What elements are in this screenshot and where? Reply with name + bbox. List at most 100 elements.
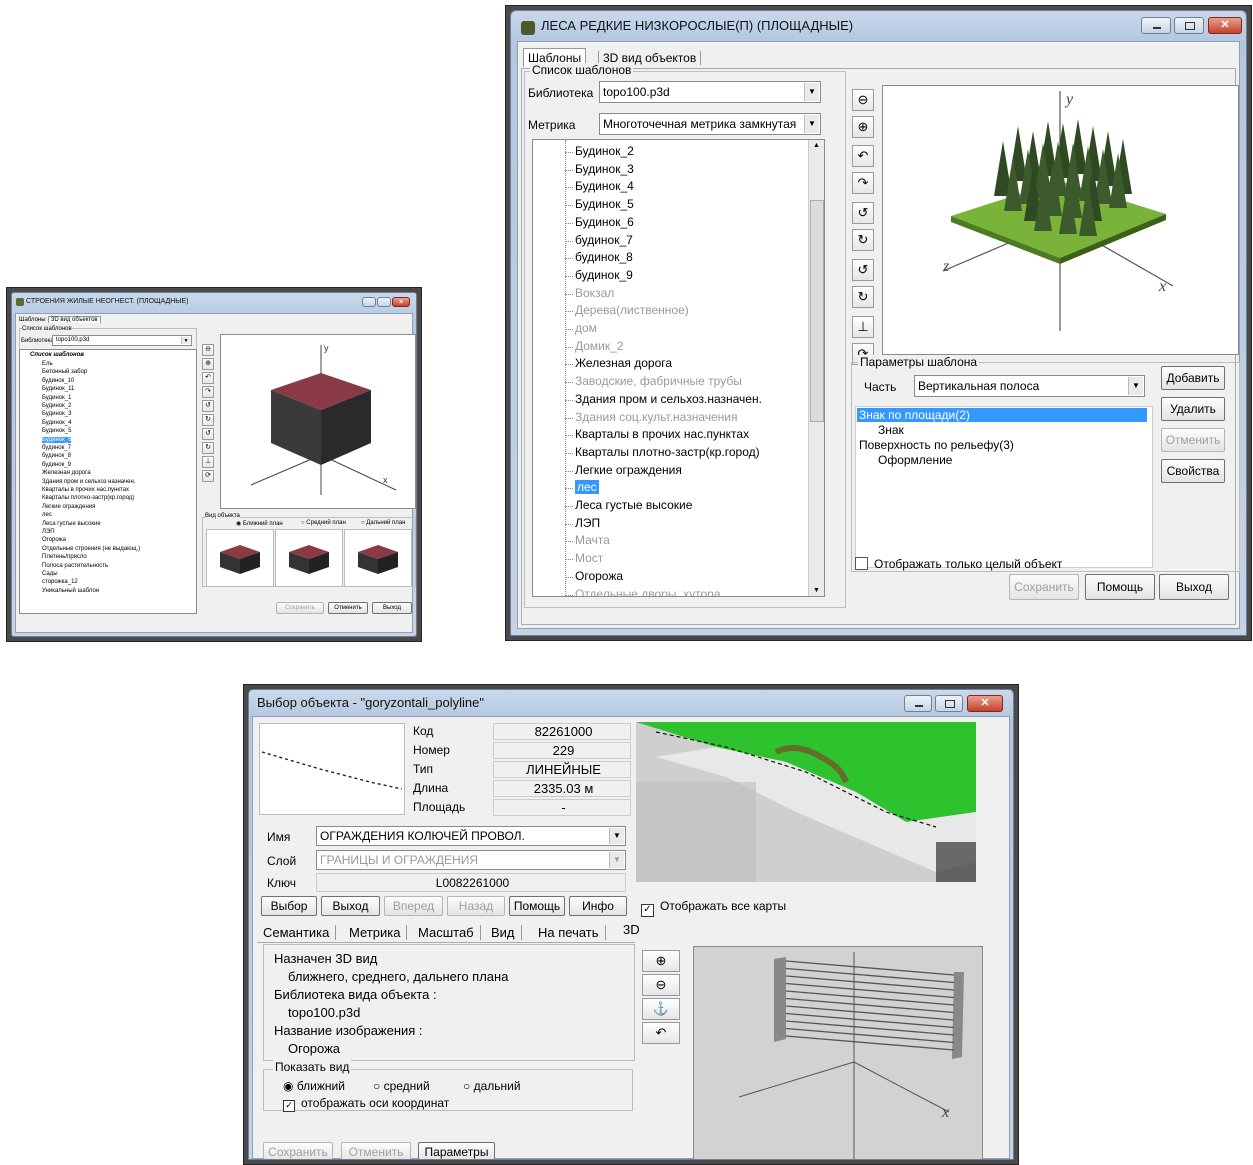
- small-3d-preview[interactable]: y x: [220, 334, 416, 509]
- rotate-x-right-icon[interactable]: ↻: [202, 442, 214, 454]
- minimize-button[interactable]: [1141, 17, 1171, 34]
- maximize-button[interactable]: [935, 695, 963, 712]
- metric-select[interactable]: Многоточечная метрика замкнутая ▼: [599, 113, 821, 135]
- zoom-out-icon[interactable]: ⊖: [202, 344, 214, 356]
- action-button[interactable]: Выход: [321, 896, 380, 916]
- small-maximize-button[interactable]: [377, 297, 391, 307]
- small-tree-item[interactable]: Уникальный шаблон: [42, 588, 99, 594]
- bottom-button[interactable]: Параметры: [418, 1142, 495, 1159]
- action-button[interactable]: Вперед: [384, 896, 443, 916]
- small-tree-item[interactable]: будинок_8: [42, 453, 71, 459]
- small-tree-item[interactable]: ЛЭП: [42, 529, 55, 535]
- tree-item[interactable]: Будинок_2: [575, 144, 634, 158]
- action-button[interactable]: Назад: [447, 896, 505, 916]
- small-tree-item[interactable]: Бетонный забор: [42, 369, 87, 375]
- params-button[interactable]: Добавить: [1161, 366, 1225, 390]
- small-tree-item[interactable]: Кварталы в прочих нас.пунктах: [42, 487, 129, 493]
- name-select[interactable]: ОГРАЖДЕНИЯ КОЛЮЧЕЙ ПРОВОЛ. ▼: [316, 826, 626, 846]
- params-item[interactable]: Поверхность по рельефу(3): [859, 438, 1014, 452]
- action-button[interactable]: Помощь: [509, 896, 565, 916]
- small-tree-item[interactable]: Будинок_6: [42, 436, 72, 443]
- small-tree-item[interactable]: Полоса растительность: [42, 563, 108, 569]
- small-radio-near[interactable]: ◉ Ближний план: [236, 520, 283, 527]
- small-tree-item[interactable]: Здания пром и сельхоз назначен.: [42, 479, 135, 485]
- small-tree-item[interactable]: Будинок_4: [42, 420, 71, 426]
- tree-item[interactable]: Легкие ограждения: [575, 463, 682, 477]
- small-save-button[interactable]: Сохранить: [276, 602, 324, 614]
- radio-near[interactable]: ◉ ближний: [283, 1079, 345, 1093]
- rotate-y-left-icon[interactable]: ↺: [852, 202, 874, 224]
- small-tree-item[interactable]: Будинок_1: [42, 395, 71, 401]
- small-tree-item[interactable]: будинок_7: [42, 445, 71, 451]
- tree-item[interactable]: Здания соц.культ.назначения: [575, 410, 738, 424]
- zoom-in-icon[interactable]: ⊕: [852, 116, 874, 138]
- small-tree-item[interactable]: Железная дорога: [42, 470, 91, 476]
- library-select[interactable]: topo100.p3d ▼: [599, 81, 821, 103]
- object-tab[interactable]: Масштаб: [418, 925, 481, 940]
- rotate-x-left-icon[interactable]: ↺: [202, 428, 214, 440]
- scroll-down-icon[interactable]: ▼: [809, 587, 824, 594]
- small-tree-item[interactable]: Кварталы плотно-застр(кр.город): [42, 495, 134, 501]
- bottom-button[interactable]: Сохранить: [263, 1142, 333, 1159]
- rotate-x-right-icon[interactable]: ↻: [852, 286, 874, 308]
- small-tree-item[interactable]: Легкие ограждения: [42, 504, 95, 510]
- object-tab[interactable]: Метрика: [349, 925, 408, 940]
- key-field[interactable]: L0082261000: [316, 873, 626, 892]
- bottom-button[interactable]: Выход: [1159, 574, 1229, 600]
- fence-3d-preview[interactable]: x: [693, 946, 983, 1159]
- small-radio-far[interactable]: ○ Дальний план: [361, 520, 405, 526]
- tree-item[interactable]: будинок_9: [575, 268, 633, 282]
- show-all-maps-checkbox[interactable]: ✓ Отображать все карты: [641, 899, 786, 917]
- radio-far[interactable]: ○ дальний: [463, 1079, 521, 1093]
- tree-item[interactable]: Вокзал: [575, 286, 614, 300]
- scroll-thumb[interactable]: [810, 200, 824, 422]
- tree-item[interactable]: Здания пром и сельхоз.назначен.: [575, 392, 762, 406]
- tree-item[interactable]: Кварталы плотно-застр(кр.город): [575, 445, 760, 459]
- forest-3d-preview[interactable]: y x z: [882, 85, 1239, 355]
- tree-item[interactable]: Заводские, фабричные трубы: [575, 374, 742, 388]
- tree-item[interactable]: Леса густые высокие: [575, 498, 692, 512]
- small-tree-item[interactable]: будинок_9: [42, 462, 71, 468]
- minimize-button[interactable]: [904, 695, 932, 712]
- tree-item[interactable]: ЛЭП: [575, 516, 600, 530]
- params-button[interactable]: Свойства: [1161, 459, 1225, 483]
- small-tree-item[interactable]: сторожка_12: [42, 579, 78, 585]
- small-tree-item[interactable]: Отдельные строения (не выдающ.): [42, 546, 140, 552]
- tree-item[interactable]: Отдельные дворы, хутора: [575, 587, 721, 597]
- small-library-select[interactable]: topo100.p3d ▼: [52, 335, 192, 346]
- axes-icon[interactable]: ⊥: [202, 456, 214, 468]
- bottom-button[interactable]: Помощь: [1085, 574, 1155, 600]
- reset-view-icon[interactable]: ⟳: [202, 470, 214, 482]
- params-item[interactable]: Оформление: [878, 453, 952, 467]
- template-tree[interactable]: Будинок_2 Будинок_3 Будинок_4 Будинок_5 Буди…: [532, 139, 825, 597]
- params-button[interactable]: Отменить: [1161, 428, 1225, 452]
- rotate-y-right-icon[interactable]: ↻: [852, 229, 874, 251]
- zoom-in-icon[interactable]: ⊕: [202, 358, 214, 370]
- small-tree-item[interactable]: Леса густые высокие: [42, 521, 101, 527]
- params-item[interactable]: Знак по площади(2): [857, 408, 1147, 422]
- rotate-icon[interactable]: ⚓: [642, 998, 680, 1020]
- object-tab[interactable]: Семантика: [263, 925, 337, 940]
- small-tree-item[interactable]: Сады: [42, 571, 58, 577]
- object-tab[interactable]: 3D: [623, 922, 640, 937]
- zoom-out-icon[interactable]: ⊖: [642, 974, 680, 996]
- map-preview[interactable]: [636, 722, 976, 882]
- small-tab-3d[interactable]: 3D вид объектов: [48, 316, 101, 323]
- rotate-y-right-icon[interactable]: ↻: [202, 414, 214, 426]
- close-button[interactable]: ✕: [967, 695, 1003, 712]
- small-tree-item[interactable]: Будинок_11: [42, 386, 74, 392]
- tree-item[interactable]: Будинок_3: [575, 162, 634, 176]
- params-button[interactable]: Удалить: [1161, 397, 1225, 421]
- small-tree-item[interactable]: Плетень/прясло: [42, 554, 87, 560]
- tree-scrollbar[interactable]: ▲ ▼: [808, 140, 824, 596]
- small-close-button[interactable]: ×: [392, 297, 410, 307]
- action-button[interactable]: Выбор: [261, 896, 317, 916]
- close-button[interactable]: ✕: [1208, 17, 1242, 34]
- rotate-x-left-icon[interactable]: ↺: [852, 259, 874, 281]
- tree-item[interactable]: Мост: [575, 551, 603, 565]
- whole-object-checkbox[interactable]: Отображать только целый объект: [855, 557, 1062, 571]
- small-tree-item[interactable]: Будинок_3: [42, 411, 71, 417]
- params-list[interactable]: Знак по площади(2) Знак Поверхность по рел…: [855, 406, 1153, 568]
- scroll-up-icon[interactable]: ▲: [809, 142, 824, 149]
- small-radio-mid[interactable]: ○ Средний план: [301, 520, 346, 526]
